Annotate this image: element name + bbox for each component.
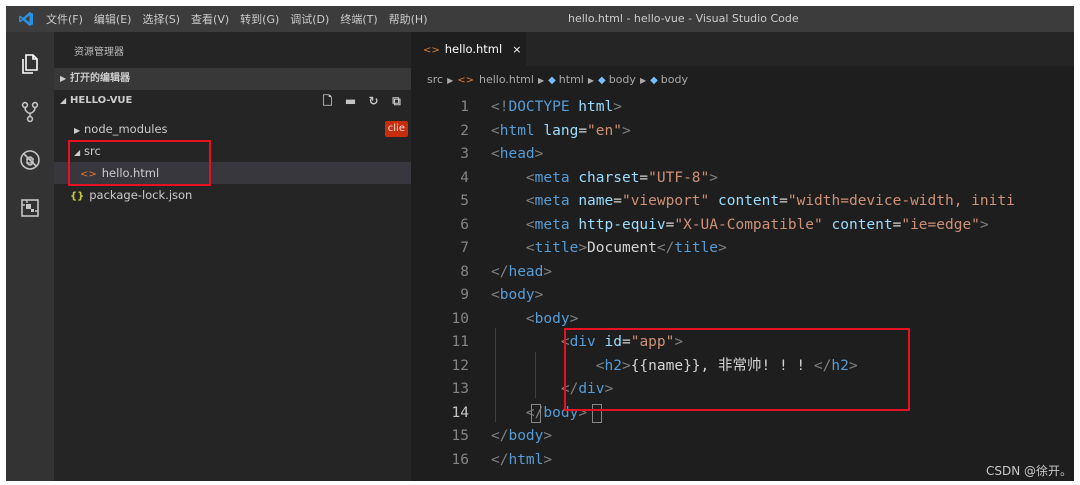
line-number: 9 [460, 287, 469, 303]
code-line: 5 <meta name="viewport" content="width=d… [411, 190, 1074, 214]
tree-item-src[interactable]: ◢ src [54, 140, 411, 162]
new-folder-icon[interactable]: ▬ [344, 90, 357, 112]
line-number: 12 [451, 357, 469, 374]
bracket-match-highlight [531, 404, 541, 423]
workspace-actions: 🗋 ▬ ↻ ⧉ [321, 90, 403, 112]
breadcrumb: src ▶ <> hello.html ▶ ◆ html ▶ ◆ body ▶ ◆ body [427, 72, 688, 88]
source-control-icon[interactable] [18, 100, 42, 124]
workspace-label: HELLO-VUE [70, 95, 133, 106]
problem-badge: clie [384, 121, 408, 137]
chevron-right-icon: ▶ [639, 76, 647, 85]
explorer-sidebar: 资源管理器 ▶ 打开的编辑器 ◢ HELLO-VUE 🗋 ▬ ↻ ⧉ ▶ node_m… [54, 32, 411, 481]
menu-go[interactable]: 转到(G) [240, 11, 279, 27]
tree-item-label: package-lock.json [89, 188, 193, 202]
watermark: CSDN @徐开。 [985, 464, 1072, 478]
open-editors-label: 打开的编辑器 [70, 73, 130, 84]
open-editors-section[interactable]: ▶ 打开的编辑器 [54, 68, 411, 90]
html-file-icon: <> [457, 75, 474, 86]
tab-bar: <> hello.html × [411, 32, 1074, 66]
breadcrumb-item[interactable]: body [661, 73, 688, 86]
line-number: 7 [460, 240, 469, 256]
line-number: 11 [451, 334, 469, 350]
collapse-all-icon[interactable]: ⧉ [390, 90, 403, 112]
menu-help[interactable]: 帮助(H) [389, 11, 428, 27]
line-number: 6 [460, 216, 469, 233]
new-file-icon[interactable]: 🗋 [321, 90, 334, 112]
chevron-right-icon: ▶ [74, 126, 81, 135]
menu-view[interactable]: 查看(V) [191, 11, 229, 27]
code-line: 6 <meta http-equiv="X-UA-Compatible" con… [411, 214, 1074, 238]
sidebar-title: 资源管理器 [74, 47, 124, 58]
editor-area: <> hello.html × src ▶ <> hello.html ▶ ◆ html ▶ ◆ bo… [411, 32, 1074, 481]
title-bar: 文件(F) 编辑(E) 选择(S) 查看(V) 转到(G) 调试(D) 终端(T… [6, 6, 1074, 32]
json-file-icon: {} [70, 191, 85, 202]
menu-debug[interactable]: 调试(D) [290, 11, 329, 27]
line-number: 14 [451, 404, 469, 421]
chevron-right-icon: ▶ [587, 76, 595, 85]
menu-file[interactable]: 文件(F) [46, 11, 83, 27]
menu-terminal[interactable]: 终端(T) [340, 11, 377, 27]
tree-item-label: hello.html [101, 166, 160, 180]
tree-item-label: node_modules [84, 122, 168, 136]
refresh-icon[interactable]: ↻ [367, 90, 380, 112]
chevron-down-icon: ◢ [60, 96, 67, 105]
line-number: 1 [460, 99, 469, 115]
menu-bar: 文件(F) 编辑(E) 选择(S) 查看(V) 转到(G) 调试(D) 终端(T… [46, 6, 439, 32]
code-line: 3 <head> [411, 143, 1074, 167]
chevron-right-icon: ▶ [447, 76, 454, 85]
line-number: 3 [460, 146, 469, 162]
chevron-right-icon: ▶ [537, 76, 545, 85]
code-line: 13 </div> [411, 378, 1074, 402]
symbol-element-icon: ◆ [598, 75, 606, 86]
code-line: 14 </body> [411, 402, 1074, 426]
line-number: 15 [451, 428, 469, 444]
breadcrumb-item[interactable]: body [609, 73, 636, 86]
code-line: 10 <body> [411, 308, 1074, 332]
code-line: 12 <h2>{{name}}, 非常帅! ! ! </h2> [411, 355, 1074, 379]
code-line: 8 </head> [411, 261, 1074, 285]
line-number: 4 [460, 169, 469, 186]
html-file-icon: <> [423, 45, 440, 56]
chevron-right-icon: ▶ [60, 74, 67, 83]
line-number: 2 [460, 122, 469, 139]
code-line: 7 <title>Document</title> [411, 237, 1074, 261]
breadcrumb-item[interactable]: html [559, 73, 584, 86]
line-number: 8 [460, 263, 469, 280]
breadcrumb-item[interactable]: src [427, 73, 443, 86]
menu-edit[interactable]: 编辑(E) [94, 11, 132, 27]
activity-bar [6, 32, 54, 481]
tab-label: hello.html [444, 42, 503, 56]
code-line: 16 </html> [411, 449, 1074, 473]
tree-item-node-modules[interactable]: ▶ node_modules clie [54, 118, 411, 140]
menu-selection[interactable]: 选择(S) [142, 11, 180, 27]
tree-item-label: src [84, 144, 101, 158]
vscode-logo-icon [19, 12, 33, 26]
tree-item-package-lock[interactable]: {} package-lock.json [54, 184, 411, 206]
extensions-icon[interactable] [18, 196, 42, 220]
tree-item-hello-html[interactable]: <> hello.html [54, 162, 411, 184]
code-line: 15 </body> [411, 425, 1074, 449]
bracket-match-highlight [592, 404, 602, 423]
code-line: 4 <meta charset="UTF-8"> [411, 167, 1074, 191]
breadcrumb-item[interactable]: hello.html [479, 73, 534, 86]
symbol-element-icon: ◆ [650, 75, 658, 86]
code-line: 11 <div id="app"> [411, 331, 1074, 355]
symbol-element-icon: ◆ [548, 75, 556, 86]
tab-hello-html[interactable]: <> hello.html × [411, 32, 526, 66]
window-title: hello.html - hello-vue - Visual Studio C… [568, 12, 799, 25]
chevron-down-icon: ◢ [74, 148, 81, 157]
debug-icon[interactable] [18, 148, 42, 172]
line-number: 5 [460, 193, 469, 209]
code-line: 2 <html lang="en"> [411, 120, 1074, 144]
vscode-window: 文件(F) 编辑(E) 选择(S) 查看(V) 转到(G) 调试(D) 终端(T… [6, 6, 1074, 481]
line-number: 16 [451, 451, 469, 468]
html-file-icon: <> [80, 169, 97, 180]
line-number: 10 [451, 310, 469, 327]
code-line: 9 <body> [411, 284, 1074, 308]
code-line: 1 <!DOCTYPE html> [411, 96, 1074, 120]
line-number: 13 [451, 381, 469, 397]
close-icon[interactable]: × [512, 43, 521, 56]
explorer-icon[interactable] [18, 52, 42, 76]
workspace-section[interactable]: ◢ HELLO-VUE 🗋 ▬ ↻ ⧉ [54, 90, 411, 112]
